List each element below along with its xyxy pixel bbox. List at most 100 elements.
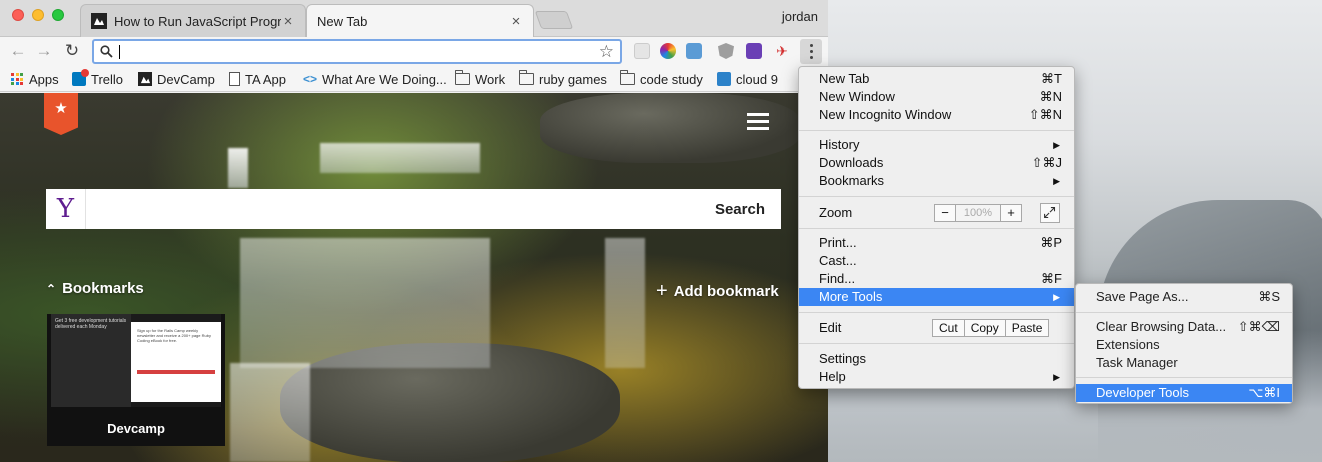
bookmark-ta-app[interactable]: TA App (229, 71, 286, 87)
menu-item-bookmarks[interactable]: Bookmarks ▶ (799, 172, 1074, 190)
submenu-arrow-icon: ▶ (1053, 372, 1060, 382)
yahoo-search-box[interactable]: Y Search (46, 189, 781, 229)
zoom-out-button[interactable]: − (934, 204, 956, 222)
bookmark-star-icon[interactable]: ☆ (599, 41, 614, 62)
forward-button[interactable]: → (34, 41, 54, 61)
tab-javascript[interactable]: How to Run JavaScript Programs × (80, 4, 306, 37)
hamburger-menu-icon[interactable] (747, 113, 769, 130)
menu-label: Print... (819, 235, 857, 250)
menu-item-cast[interactable]: Cast... (799, 252, 1074, 270)
shield-extension-icon[interactable] (718, 43, 734, 59)
bookmark-folder-code-study[interactable]: code study (619, 70, 703, 87)
menu-item-find[interactable]: Find... ⌘F (799, 270, 1074, 288)
waterfall-stream (230, 363, 310, 462)
menu-item-more-tools[interactable]: More Tools ▶ (799, 288, 1074, 306)
menu-item-new-window[interactable]: New Window ⌘N (799, 88, 1074, 106)
extension-translate-icon[interactable] (686, 43, 702, 59)
bookmark-apps[interactable]: Apps (11, 71, 59, 87)
maximize-window-button[interactable] (52, 9, 64, 21)
menu-label: New Tab (819, 71, 870, 86)
folder-icon (518, 70, 534, 85)
bookmark-tile-devcamp[interactable]: Get 3 free development tutorials deliver… (47, 314, 225, 446)
menu-shortcut: ⇧⌘⌫ (1237, 319, 1280, 334)
menu-item-settings[interactable]: Settings (799, 350, 1074, 368)
menu-label: Help (819, 369, 846, 384)
submenu-item-clear-browsing-data[interactable]: Clear Browsing Data... ⇧⌘⌫ (1076, 318, 1292, 336)
bookmarks-heading: Bookmarks (62, 280, 144, 297)
menu-label: Save Page As... (1096, 289, 1189, 304)
bookmark-label: What Are We Doing... (322, 71, 447, 87)
apps-grid-icon (11, 73, 23, 85)
submenu-item-save-page-as[interactable]: Save Page As... ⌘S (1076, 288, 1292, 306)
submenu-item-task-manager[interactable]: Task Manager (1076, 354, 1292, 372)
browser-window: How to Run JavaScript Programs × New Tab… (0, 0, 828, 462)
cut-button[interactable]: Cut (932, 319, 965, 337)
chrome-menu: New Tab ⌘T New Window ⌘N New Incognito Win… (798, 66, 1075, 389)
close-tab-icon[interactable]: × (509, 13, 523, 30)
copy-button[interactable]: Copy (964, 319, 1006, 337)
submenu-item-developer-tools[interactable]: Developer Tools ⌥⌘I (1076, 384, 1292, 402)
address-bar[interactable]: ☆ (92, 39, 622, 64)
bookmark-label: Apps (29, 71, 59, 87)
menu-shortcut: ⌘S (1258, 289, 1280, 304)
thumbnail-text: Get 3 free development tutorials deliver… (51, 314, 131, 407)
extension-ghost-icon[interactable] (634, 43, 650, 59)
close-window-button[interactable] (12, 9, 24, 21)
menu-item-print[interactable]: Print... ⌘P (799, 234, 1074, 252)
text-caret (119, 45, 120, 59)
menu-item-history[interactable]: History ▶ (799, 136, 1074, 154)
menu-label: Find... (819, 271, 856, 286)
back-button[interactable]: ← (8, 41, 28, 61)
tab-new-tab[interactable]: New Tab × (306, 4, 534, 38)
paste-button[interactable]: Paste (1005, 319, 1050, 337)
bookmark-what-are-we-doing[interactable]: <> What Are We Doing... (303, 71, 447, 87)
bookmark-cloud9[interactable]: cloud 9 (717, 71, 778, 87)
plane-extension-icon[interactable]: ✈ (774, 43, 790, 59)
submenu-item-extensions[interactable]: Extensions (1076, 336, 1292, 354)
plus-icon: + (656, 280, 668, 302)
submenu-arrow-icon: ▶ (1053, 292, 1060, 302)
menu-item-zoom: Zoom − 100% + (799, 203, 1074, 223)
new-tab-button[interactable] (534, 11, 574, 29)
menu-item-help[interactable]: Help ▶ (799, 368, 1074, 386)
devcamp-favicon-icon (91, 13, 107, 29)
fullscreen-button[interactable] (1040, 203, 1060, 223)
checkmark-extension-icon[interactable] (746, 43, 762, 59)
bookmark-trello[interactable]: Trello (72, 69, 123, 87)
bookmark-folder-ruby-games[interactable]: ruby games (518, 70, 607, 87)
reload-button[interactable]: ↻ (62, 41, 82, 61)
menu-label: Downloads (819, 155, 884, 170)
customize-ribbon[interactable]: ★ (44, 93, 78, 135)
menu-label: Edit (819, 320, 842, 335)
tile-label: Devcamp (107, 421, 165, 436)
menu-separator (799, 343, 1074, 344)
waterfall-stream (228, 148, 248, 188)
bookmark-folder-work[interactable]: Work (454, 70, 505, 87)
color-wheel-extension-icon[interactable] (660, 43, 676, 59)
search-button[interactable]: Search (715, 201, 781, 218)
bookmark-devcamp[interactable]: DevCamp (138, 71, 215, 87)
minimize-window-button[interactable] (32, 9, 44, 21)
fullscreen-icon (1044, 207, 1056, 219)
waterfall-stream (320, 143, 480, 173)
more-tools-submenu: Save Page As... ⌘S Clear Browsing Data...… (1075, 283, 1293, 404)
thumbnail-form-button (137, 370, 215, 374)
menu-separator (799, 228, 1074, 229)
chrome-menu-button[interactable] (800, 39, 822, 64)
waterfall-stream (605, 238, 645, 368)
menu-shortcut: ⇧⌘N (1028, 107, 1062, 122)
zoom-in-button[interactable]: + (1000, 204, 1022, 222)
bookmarks-section-toggle[interactable]: ⌃ Bookmarks (46, 280, 144, 297)
menu-label: History (819, 137, 860, 152)
close-tab-icon[interactable]: × (281, 13, 295, 30)
menu-label: Clear Browsing Data... (1096, 319, 1227, 334)
menu-item-downloads[interactable]: Downloads ⇧⌘J (799, 154, 1074, 172)
menu-separator (799, 312, 1074, 313)
menu-item-new-incognito-window[interactable]: New Incognito Window ⇧⌘N (799, 106, 1074, 124)
menu-item-new-tab[interactable]: New Tab ⌘T (799, 70, 1074, 88)
menu-label: New Incognito Window (819, 107, 952, 122)
menu-shortcut: ⌘T (1041, 71, 1062, 86)
bookmark-label: code study (640, 71, 703, 87)
add-bookmark-button[interactable]: + Add bookmark (656, 280, 779, 303)
profile-name[interactable]: jordan (782, 9, 818, 24)
